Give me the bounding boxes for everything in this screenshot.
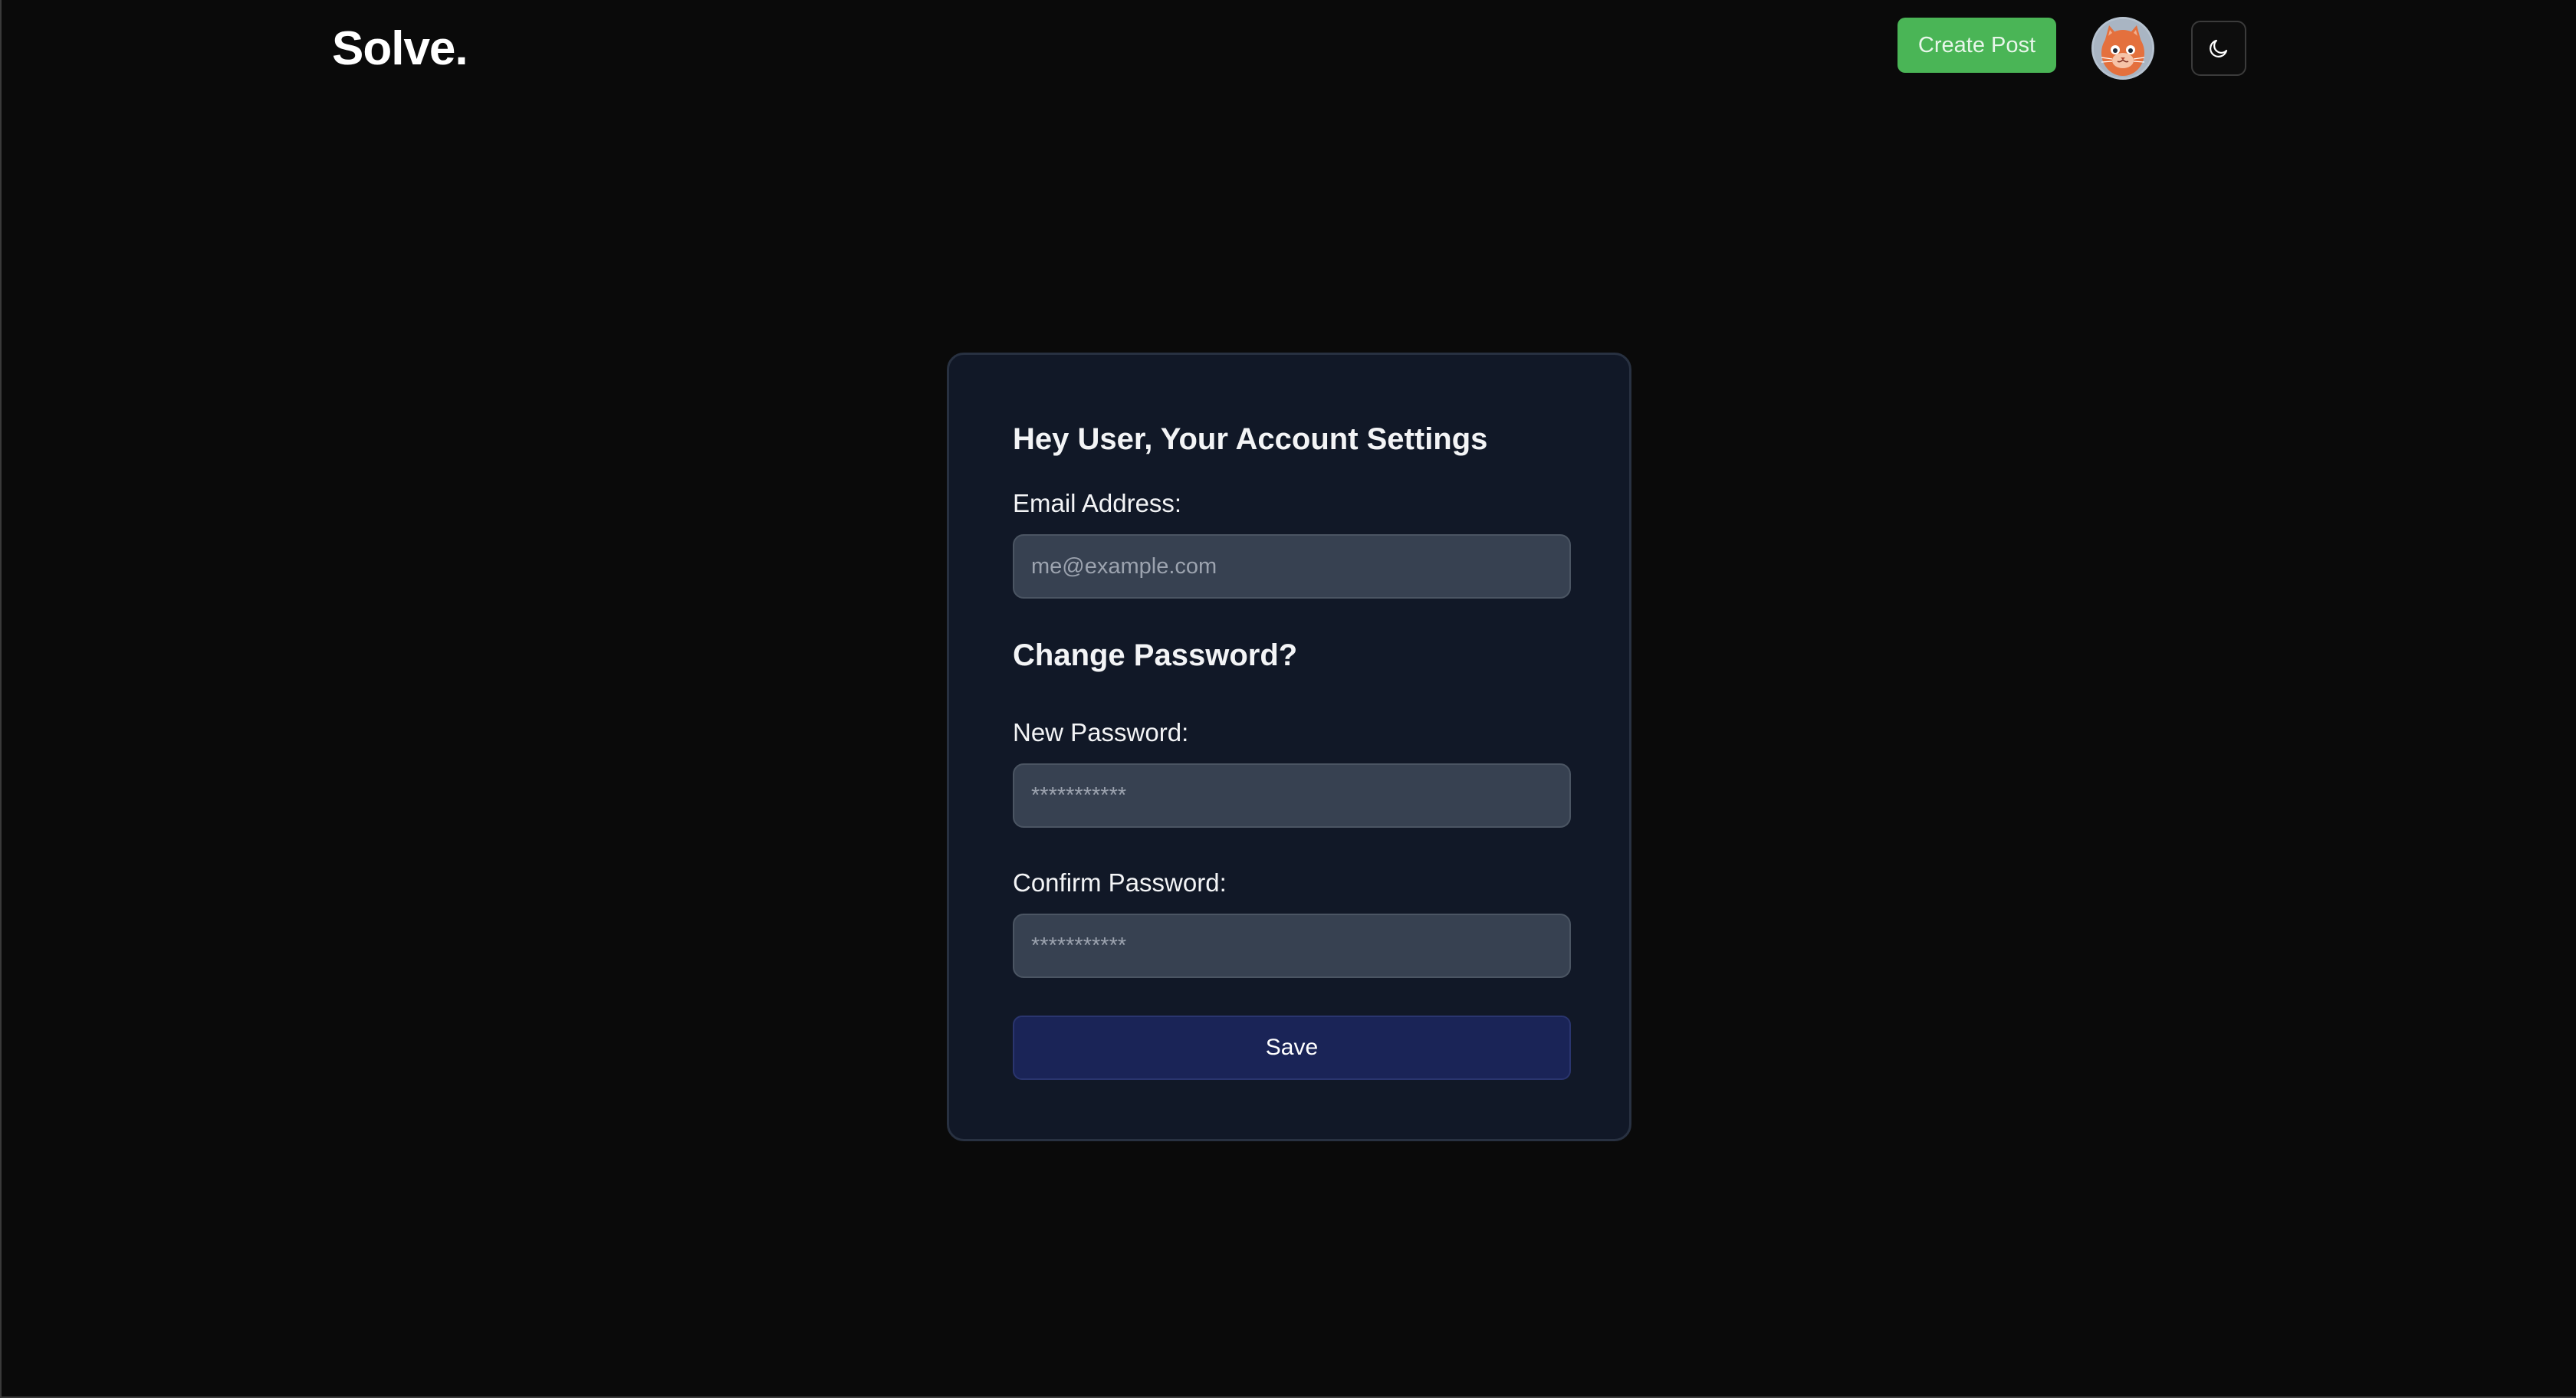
user-avatar[interactable]	[2091, 17, 2154, 80]
create-post-button[interactable]: Create Post	[1898, 18, 2056, 73]
change-password-heading: Change Password?	[1013, 638, 1298, 672]
new-password-field[interactable]	[1013, 763, 1571, 828]
cat-avatar-icon	[2094, 19, 2152, 77]
new-password-label: New Password:	[1013, 718, 1189, 747]
email-label: Email Address:	[1013, 489, 1182, 517]
account-settings-card: Hey User, Your Account Settings Email Ad…	[947, 353, 1631, 1141]
card-title: Hey User, Your Account Settings	[1013, 422, 1488, 456]
confirm-password-field[interactable]	[1013, 914, 1571, 978]
moon-icon	[2210, 39, 2228, 57]
theme-toggle-button[interactable]	[2191, 21, 2246, 76]
app-logo[interactable]: Solve.	[332, 21, 468, 76]
confirm-password-label: Confirm Password:	[1013, 868, 1227, 897]
email-field[interactable]	[1013, 534, 1571, 599]
save-button[interactable]: Save	[1013, 1016, 1571, 1080]
